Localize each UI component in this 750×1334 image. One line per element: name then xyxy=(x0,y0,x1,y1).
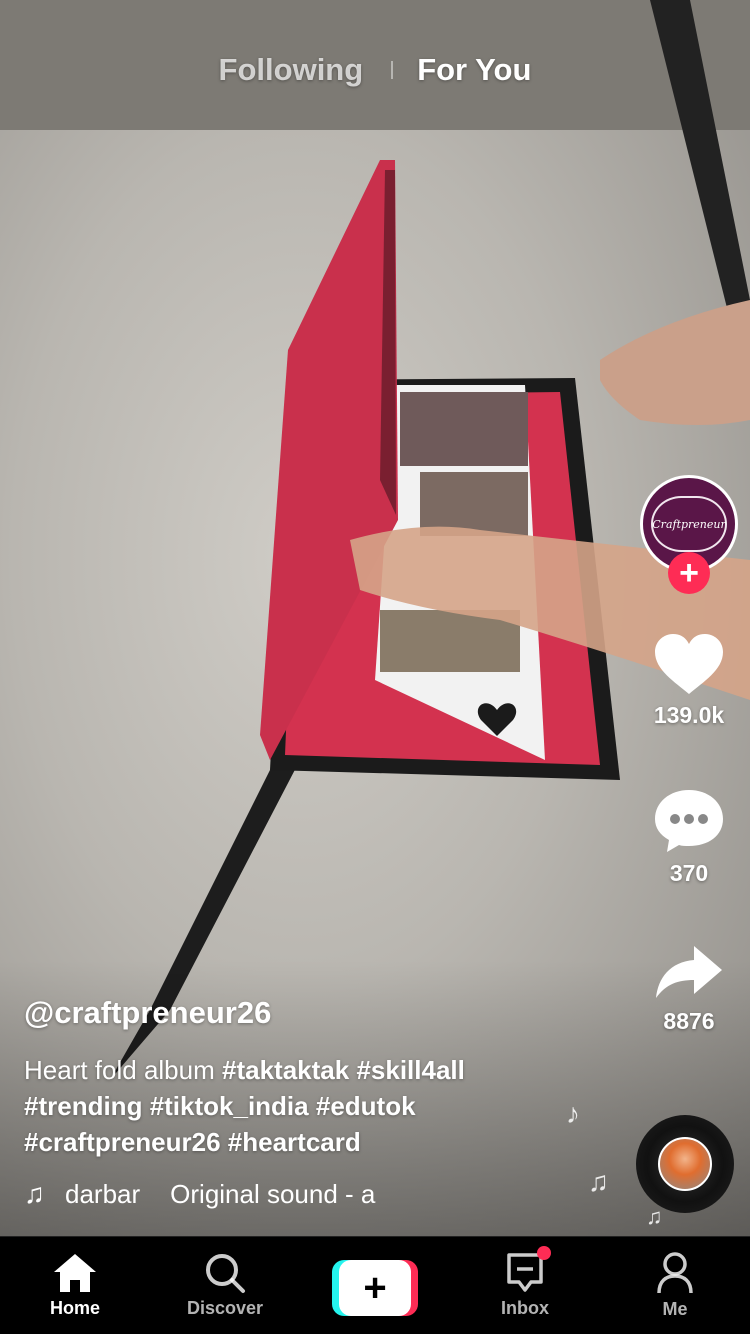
music-row[interactable]: ♫ darbar Original sound - a xyxy=(24,1176,410,1212)
create-button[interactable]: + xyxy=(332,1259,418,1316)
notification-dot xyxy=(537,1246,551,1260)
video-caption: Heart fold album #taktaktak #skill4all #… xyxy=(24,1052,544,1160)
heart-icon xyxy=(655,634,723,694)
avatar-logo-text: Craftpreneur xyxy=(652,517,726,531)
nav-inbox-label: Inbox xyxy=(501,1298,549,1318)
tab-following[interactable]: Following xyxy=(219,52,364,88)
creator-username[interactable]: @craftpreneur26 xyxy=(24,995,271,1031)
home-icon xyxy=(54,1254,96,1292)
comment-button[interactable]: 370 xyxy=(638,788,740,887)
video-frame-illustration xyxy=(0,0,750,1236)
nav-inbox[interactable]: Inbox xyxy=(450,1237,600,1334)
hashtag[interactable]: #trending xyxy=(24,1091,142,1121)
inbox-icon-wrap xyxy=(505,1246,551,1294)
profile-icon xyxy=(657,1252,693,1294)
music-disc-cover xyxy=(658,1137,712,1191)
floating-note-icon: ♫ xyxy=(646,1204,663,1229)
tab-divider xyxy=(391,61,394,79)
nav-home-label: Home xyxy=(49,1298,100,1318)
hashtag[interactable]: #craftpreneur26 xyxy=(24,1127,221,1157)
avatar-logo-ring: Craftpreneur xyxy=(651,496,727,552)
music-note-icon: ♫ xyxy=(24,1178,45,1209)
nav-create[interactable]: + xyxy=(300,1237,450,1334)
share-button[interactable]: 8876 xyxy=(638,942,740,1035)
hashtag[interactable]: #taktaktak xyxy=(222,1055,349,1085)
bottom-nav: Home Discover + Inbox Me xyxy=(0,1236,750,1334)
hashtag[interactable]: #tiktok_india xyxy=(150,1091,309,1121)
floating-note-icon: ♫ xyxy=(588,1166,609,1197)
music-title: Original sound - a xyxy=(170,1178,376,1209)
feed-tabs: Following For You xyxy=(0,48,750,92)
floating-note-icon: ♪ xyxy=(566,1098,580,1129)
nav-home[interactable]: Home xyxy=(0,1237,150,1334)
nav-me-label: Me xyxy=(662,1299,688,1319)
comment-icon xyxy=(655,790,723,852)
caption-text: Heart fold album xyxy=(24,1055,215,1085)
nav-discover[interactable]: Discover xyxy=(150,1237,300,1334)
music-track-marquee[interactable]: darbar Original sound - a xyxy=(65,1179,410,1210)
search-icon xyxy=(206,1254,245,1293)
hashtag[interactable]: #skill4all xyxy=(356,1055,464,1085)
like-button[interactable]: 139.0k xyxy=(638,632,740,729)
share-arrow-icon xyxy=(656,946,722,998)
share-count: 8876 xyxy=(663,1008,715,1034)
plus-icon: + xyxy=(339,1259,411,1316)
nav-discover-label: Discover xyxy=(186,1298,264,1318)
video-background[interactable] xyxy=(0,0,750,1236)
comment-count: 370 xyxy=(669,860,709,886)
tab-for-you[interactable]: For You xyxy=(417,52,531,88)
follow-button[interactable]: + xyxy=(668,552,710,594)
music-artist: darbar xyxy=(65,1178,141,1209)
nav-me[interactable]: Me xyxy=(600,1237,750,1334)
hashtag[interactable]: #heartcard xyxy=(228,1127,361,1157)
like-count: 139.0k xyxy=(653,702,725,728)
hashtag[interactable]: #edutok xyxy=(316,1091,416,1121)
music-disc[interactable] xyxy=(636,1115,734,1213)
